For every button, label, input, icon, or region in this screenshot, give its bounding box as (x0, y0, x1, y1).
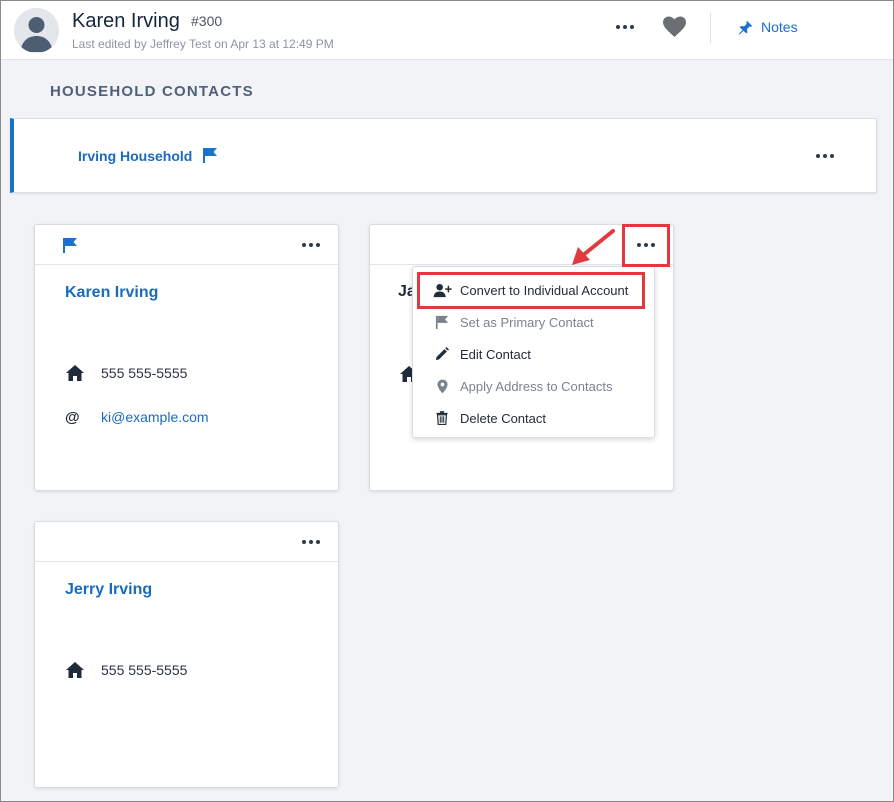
menu-item-set-primary[interactable]: Set as Primary Contact (413, 306, 656, 338)
contact-actions-menu: Convert to Individual Account Set as Pri… (412, 266, 655, 438)
notes-button[interactable]: Notes (738, 17, 798, 37)
contact-name-link[interactable]: Jerry Irving (65, 581, 152, 599)
menu-item-edit-contact[interactable]: Edit Contact (413, 338, 656, 370)
pin-icon (739, 20, 753, 34)
flag-icon (432, 314, 452, 330)
phone-row: 555 555-5555 (65, 661, 187, 679)
section-title: HOUSEHOLD CONTACTS (50, 83, 254, 100)
menu-item-label: Edit Contact (460, 346, 531, 362)
trash-icon (432, 410, 452, 426)
flag-icon (203, 148, 217, 163)
avatar (14, 8, 59, 53)
card-header (35, 225, 338, 265)
household-more-button[interactable] (812, 144, 838, 168)
home-icon (65, 661, 87, 679)
contact-name-link[interactable]: Karen Irving (65, 284, 158, 302)
header-divider (710, 13, 711, 43)
notes-label: Notes (761, 19, 798, 35)
card-more-button[interactable] (298, 531, 324, 553)
record-header: Karen Irving #300 Last edited by Jeffrey… (1, 1, 893, 60)
person-icon (14, 8, 59, 53)
at-icon: @ (65, 408, 80, 426)
map-pin-icon (432, 378, 452, 394)
last-edited-text: Last edited by Jeffrey Test on Apr 13 at… (72, 37, 334, 51)
more-icon (302, 540, 320, 544)
more-icon (637, 243, 655, 247)
record-id: #300 (191, 13, 223, 29)
contact-card: Karen Irving 555 555-5555 @ ki@example.c… (34, 224, 339, 491)
card-more-button[interactable] (298, 234, 324, 256)
menu-item-label: Convert to Individual Account (460, 282, 629, 298)
home-icon (65, 364, 87, 382)
person-add-icon (432, 282, 452, 298)
header-more-button[interactable] (612, 15, 638, 39)
card-header (35, 522, 338, 562)
email-link[interactable]: ki@example.com (101, 409, 209, 425)
household-name-link[interactable]: Irving Household (78, 148, 192, 164)
record-name: Karen Irving (72, 10, 180, 32)
phone-row: 555 555-5555 (65, 364, 187, 382)
heart-icon (663, 16, 686, 37)
menu-item-label: Set as Primary Contact (460, 314, 594, 330)
card-header (370, 225, 673, 265)
pencil-icon (432, 346, 452, 362)
menu-item-delete-contact[interactable]: Delete Contact (413, 402, 656, 434)
more-icon (302, 243, 320, 247)
contact-card: Jerry Irving 555 555-5555 (34, 521, 339, 788)
more-icon (616, 25, 634, 29)
phone-text: 555 555-5555 (101, 365, 188, 381)
favorite-button[interactable] (662, 16, 687, 38)
phone-text: 555 555-5555 (101, 662, 188, 678)
menu-item-label: Apply Address to Contacts (460, 378, 613, 394)
more-icon (816, 154, 834, 158)
email-row: @ ki@example.com (65, 408, 209, 426)
flag-icon (63, 238, 77, 253)
menu-item-label: Delete Contact (460, 410, 546, 426)
household-bar: Irving Household (10, 118, 877, 193)
app-frame: Karen Irving #300 Last edited by Jeffrey… (0, 0, 894, 802)
menu-item-convert-to-individual[interactable]: Convert to Individual Account (413, 274, 656, 306)
menu-item-apply-address[interactable]: Apply Address to Contacts (413, 370, 656, 402)
card-more-button[interactable] (633, 234, 659, 256)
